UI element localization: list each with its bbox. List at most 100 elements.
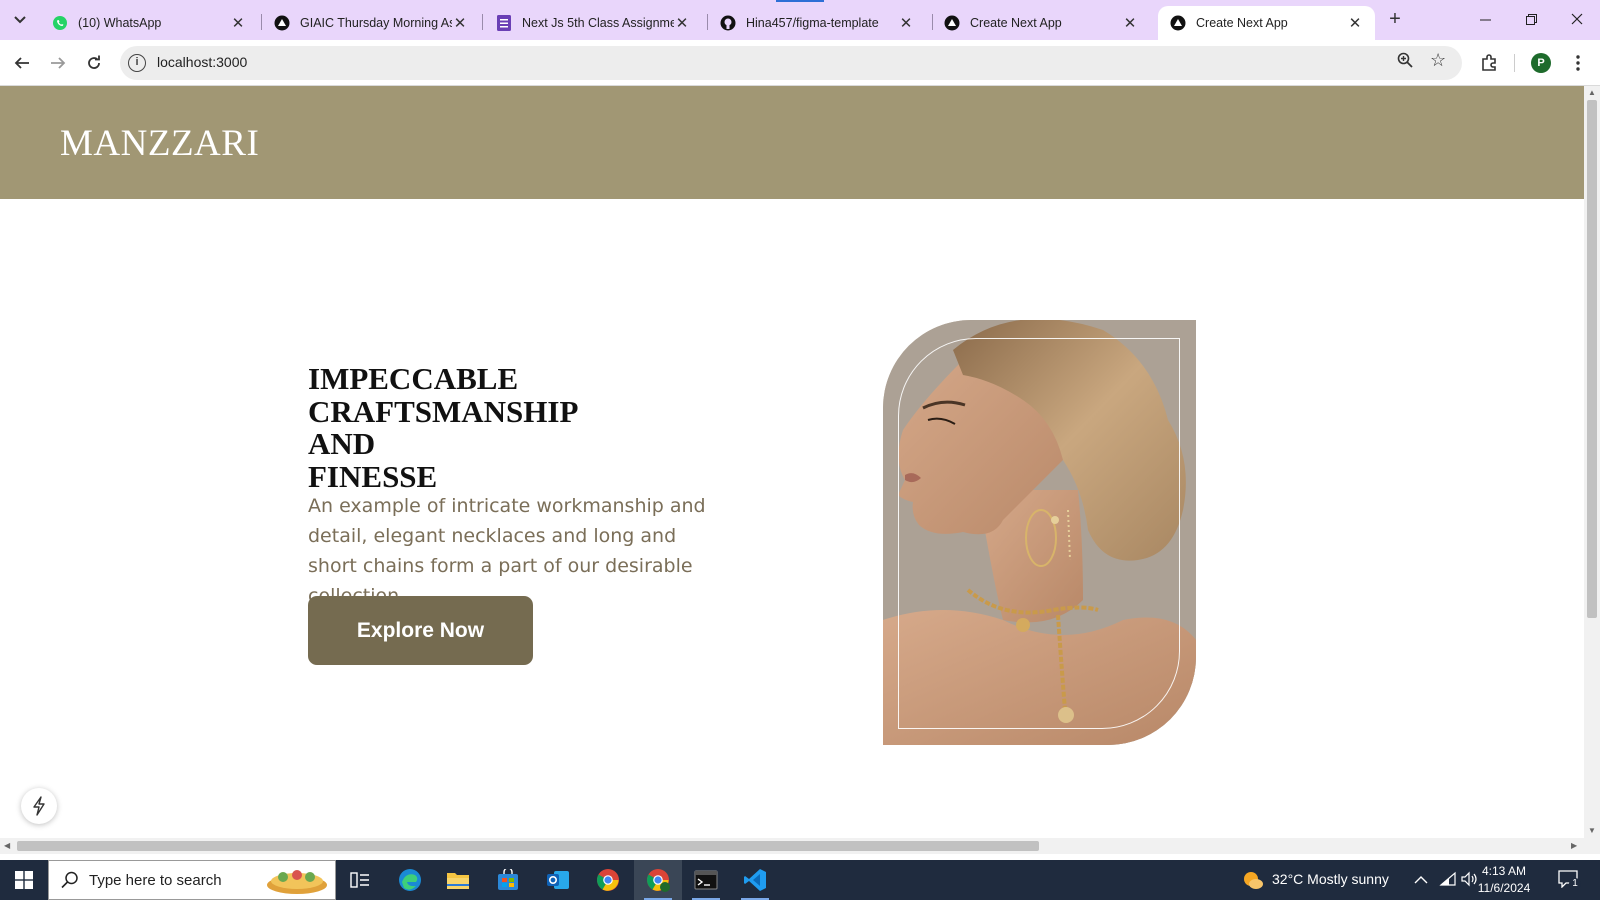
tab-title: Hina457/figma-template [746, 16, 879, 30]
image-outline-frame [898, 338, 1180, 729]
new-tab-button[interactable]: + [1383, 8, 1407, 32]
bookmark-star-icon[interactable]: ☆ [1430, 50, 1446, 71]
site-info-icon[interactable]: i [128, 54, 146, 72]
chrome-icon [597, 869, 619, 891]
search-placeholder: Type here to search [89, 872, 222, 889]
vscode-icon [744, 869, 766, 891]
chrome-profile-icon [647, 869, 670, 892]
taskbar-chrome[interactable] [584, 860, 632, 900]
browser-menu-button[interactable] [1564, 49, 1592, 77]
tab-create-next-app-active[interactable]: Create Next App ✕ [1158, 6, 1375, 40]
taskbar-file-explorer[interactable] [434, 860, 482, 900]
taskbar-store[interactable] [484, 860, 532, 900]
task-view-icon [350, 872, 369, 888]
tab-strip: (10) WhatsApp ✕ GIAIC Thursday Morning A… [0, 0, 1600, 40]
chevron-down-icon [14, 16, 26, 24]
devtools-indicator-button[interactable] [21, 788, 57, 824]
url-text[interactable]: localhost:3000 [157, 54, 247, 70]
minimize-button[interactable] [1462, 6, 1508, 34]
taskbar-terminal[interactable] [682, 860, 730, 900]
hero-title: IMPECCABLE CRAFTSMANSHIP AND FINESSE [308, 361, 579, 494]
show-hidden-icons-chevron-icon[interactable] [1414, 872, 1428, 890]
address-bar[interactable]: i localhost:3000 ☆ [120, 46, 1462, 80]
scroll-left-arrow-icon[interactable]: ◀ [4, 841, 10, 850]
puzzle-icon [1482, 54, 1496, 71]
tab-divider [482, 14, 483, 30]
explore-now-button[interactable]: Explore Now [308, 596, 533, 665]
extensions-button[interactable] [1475, 49, 1503, 77]
taskbar-vscode[interactable] [731, 860, 779, 900]
tab-assignment[interactable]: Next Js 5th Class Assignment ✕ [484, 6, 702, 40]
horizontal-scroll-thumb[interactable] [17, 841, 1039, 851]
tab-title: Create Next App [970, 16, 1062, 30]
search-highlight-illustration-icon [267, 870, 327, 894]
profile-avatar[interactable]: P [1531, 53, 1551, 73]
kebab-menu-icon [1576, 55, 1580, 71]
horizontal-scrollbar[interactable]: ◀ ▶ [0, 838, 1584, 854]
scroll-up-arrow-icon[interactable]: ▲ [1588, 88, 1596, 97]
tab-loading-indicator [776, 0, 824, 2]
terminal-icon [694, 870, 718, 890]
taskbar-chrome-profile[interactable] [634, 860, 682, 900]
taskbar-search-box[interactable]: Type here to search [48, 860, 336, 900]
arrow-left-icon [14, 57, 29, 69]
back-button[interactable] [8, 49, 36, 77]
taskbar-edge[interactable] [386, 860, 434, 900]
lightning-bolt-icon [33, 796, 45, 816]
network-icon[interactable] [1439, 871, 1457, 892]
start-button[interactable] [0, 860, 48, 900]
toolbar-divider [1514, 54, 1515, 72]
notification-center-button[interactable]: 1 [1558, 870, 1582, 892]
close-tab-icon[interactable]: ✕ [1122, 14, 1138, 32]
tab-create-next-app[interactable]: Create Next App ✕ [932, 6, 1150, 40]
task-view-button[interactable] [336, 860, 384, 900]
tab-giaic[interactable]: GIAIC Thursday Morning Ass ✕ [262, 6, 480, 40]
tab-title: (10) WhatsApp [78, 16, 162, 30]
nextjs-icon [944, 15, 960, 31]
arrow-right-icon [51, 57, 66, 69]
reload-icon [88, 55, 100, 69]
brand-logo[interactable]: MANZZARI [60, 122, 259, 165]
clock-date: 11/6/2024 [1477, 881, 1531, 895]
close-tab-icon[interactable]: ✕ [452, 14, 468, 32]
close-tab-icon[interactable]: ✕ [898, 14, 914, 32]
scrollbar-corner [1584, 838, 1600, 854]
scroll-down-arrow-icon[interactable]: ▼ [1588, 826, 1596, 835]
tab-github[interactable]: Hina457/figma-template ✕ [708, 6, 926, 40]
restore-icon [1525, 14, 1537, 25]
site-header: MANZZARI [0, 86, 1584, 199]
forward-button[interactable] [44, 49, 72, 77]
zoom-icon[interactable] [1397, 52, 1413, 72]
store-bag-icon [498, 869, 518, 890]
nextjs-icon [274, 15, 290, 31]
nextjs-icon [1170, 15, 1186, 31]
page-viewport: MANZZARI IMPECCABLE CRAFTSMANSHIP AND FI… [0, 86, 1584, 838]
whatsapp-icon [52, 15, 68, 31]
windows-taskbar: Type here to search 32°C Mostly sunny 4:… [0, 860, 1600, 900]
tab-whatsapp[interactable]: (10) WhatsApp ✕ [40, 6, 258, 40]
restore-button[interactable] [1508, 6, 1554, 34]
folder-icon [447, 873, 469, 889]
close-window-button[interactable] [1554, 6, 1600, 34]
vertical-scroll-thumb[interactable] [1587, 100, 1597, 618]
search-icon [61, 871, 79, 894]
outlook-icon [547, 871, 569, 889]
taskbar-outlook[interactable] [534, 860, 582, 900]
scroll-right-arrow-icon[interactable]: ▶ [1571, 841, 1577, 850]
reload-button[interactable] [80, 49, 108, 77]
tab-title: Next Js 5th Class Assignment [522, 16, 674, 30]
edge-browser-icon [399, 869, 421, 891]
windows-logo-icon [15, 871, 33, 889]
close-tab-icon[interactable]: ✕ [230, 14, 246, 32]
minimize-icon [1479, 19, 1491, 21]
close-tab-icon[interactable]: ✕ [1347, 14, 1363, 32]
weather-icon[interactable] [1242, 870, 1264, 895]
clock-time: 4:13 AM [1481, 864, 1527, 878]
tab-search-button[interactable] [8, 8, 32, 32]
system-clock[interactable]: 4:13 AM 11/6/2024 [1462, 863, 1546, 897]
browser-toolbar: i localhost:3000 ☆ P [0, 40, 1600, 86]
close-tab-icon[interactable]: ✕ [674, 14, 690, 32]
github-icon [720, 15, 736, 31]
weather-text[interactable]: 32°C Mostly sunny [1272, 871, 1389, 887]
vertical-scrollbar[interactable]: ▲ ▼ [1584, 86, 1600, 838]
